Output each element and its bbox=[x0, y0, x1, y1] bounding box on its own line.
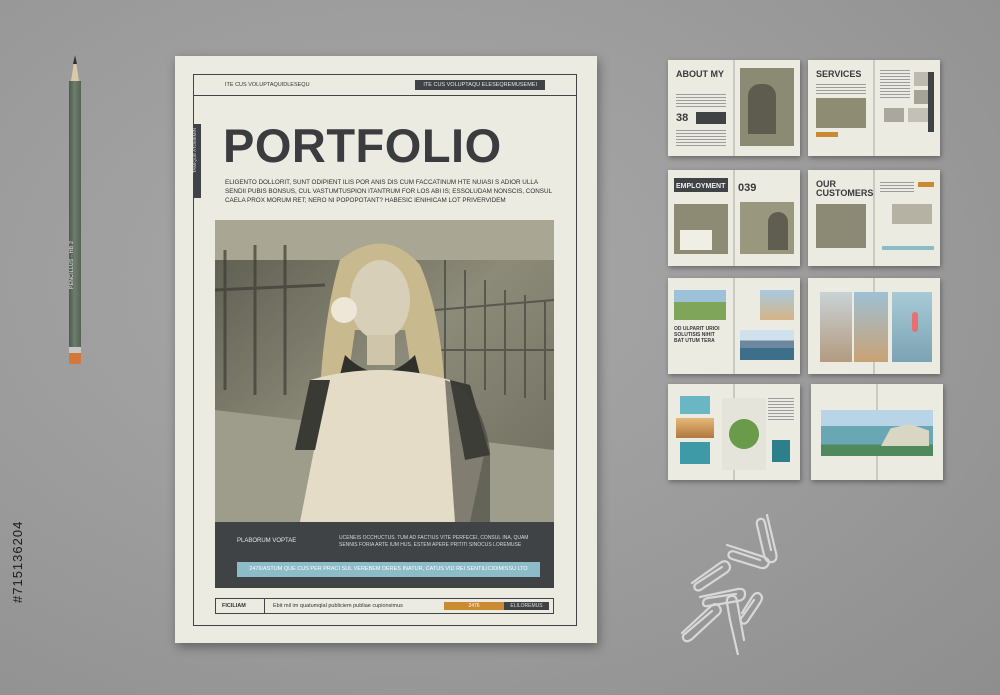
spread-about-number: 38 bbox=[676, 112, 689, 124]
photo-thumb bbox=[892, 204, 932, 224]
pencil: PENCILLUS · HB 2 bbox=[69, 55, 81, 365]
spread-employment-number: 039 bbox=[738, 182, 757, 194]
info-card bbox=[680, 230, 712, 250]
cover-photo bbox=[215, 220, 554, 522]
photo-beach bbox=[854, 292, 888, 362]
pencil-label: PENCILLUS · HB 2 bbox=[69, 240, 75, 290]
text-lines bbox=[880, 182, 914, 194]
paperclips bbox=[680, 513, 778, 655]
spread-caption: OD ULPARIT URIOI SOLUTISIS NIHIT BAT UTU… bbox=[674, 326, 720, 344]
photo-placeholder bbox=[816, 98, 866, 128]
spread-customers: OUR CUSTOMERS bbox=[808, 170, 940, 266]
photo-placeholder bbox=[816, 204, 866, 248]
spread-employment-title: EMPLOYMENT bbox=[676, 183, 726, 190]
photo-person bbox=[748, 84, 776, 134]
spread-employment: EMPLOYMENT 039 bbox=[668, 170, 800, 266]
spread-coast bbox=[811, 384, 943, 480]
photo-palm bbox=[722, 398, 766, 470]
bottom-dark-tag: ELILOREMUS bbox=[504, 602, 549, 610]
blue-bar bbox=[882, 246, 934, 250]
photo-water bbox=[680, 442, 710, 464]
text-lines bbox=[676, 94, 726, 108]
cover-top-right: ITE CUS VOLUPTAQU ELESEQREMUSEMEI bbox=[415, 80, 545, 90]
dark-strip bbox=[928, 72, 934, 132]
spread-services-title: SERVICES bbox=[816, 69, 862, 79]
photo-landscape bbox=[674, 290, 726, 320]
cover-topbar: ITE CUS VOLUPTAQUIDLESEQU ITE CUS VOLUPT… bbox=[193, 74, 577, 96]
spread-landscapes: OD ULPARIT URIOI SOLUTISIS NIHIT BAT UTU… bbox=[668, 278, 800, 374]
magazine-cover: ITE CUS VOLUPTAQUIDLESEQU ITE CUS VOLUPT… bbox=[175, 56, 597, 643]
cover-bottom-row: FICILIAM Ebit mil im quatumqlal publicie… bbox=[215, 598, 554, 614]
spread-people bbox=[808, 278, 940, 374]
photo-person bbox=[820, 292, 852, 362]
pencil-lead bbox=[73, 55, 77, 64]
spread-customers-title: OUR CUSTOMERS bbox=[816, 179, 874, 198]
cover-dark-panel: PLABORUM VOPTAE UCENEIS OCCHUCTUS. TUM A… bbox=[215, 522, 554, 588]
orange-bar bbox=[918, 182, 934, 187]
spread-fold bbox=[873, 170, 875, 266]
side-strip-text: TAMIQUE ATOMEMIN bbox=[192, 128, 197, 174]
bottom-divider bbox=[264, 599, 265, 613]
spread-fold bbox=[873, 60, 875, 156]
pencil-eraser bbox=[69, 353, 81, 364]
photo-person bbox=[768, 212, 788, 250]
panel-blue-bar: 2476/ASTUM QUE CUS PER PRACI SUL VEREBEM… bbox=[237, 562, 540, 577]
bottom-label: FICILIAM bbox=[222, 603, 246, 609]
spread-about: ABOUT MY 38 bbox=[668, 60, 800, 156]
text-lines bbox=[880, 70, 910, 98]
bottom-orange-tag: 2476 bbox=[444, 602, 504, 610]
photo-desert bbox=[676, 418, 714, 438]
text-lines bbox=[768, 398, 794, 420]
spread-fold bbox=[733, 60, 735, 156]
orange-bar bbox=[816, 132, 838, 137]
photo-turtle bbox=[772, 440, 790, 462]
cover-top-left: ITE CUS VOLUPTAQUIDLESEQU bbox=[225, 82, 310, 88]
photo-landscape bbox=[760, 290, 794, 320]
text-lines bbox=[816, 84, 866, 94]
panel-left-text: PLABORUM VOPTAE bbox=[237, 538, 297, 544]
text-lines bbox=[676, 130, 726, 146]
spread-fold bbox=[733, 278, 735, 374]
bottom-text: Ebit mil im quatumqlal publiciem publiae… bbox=[273, 603, 403, 609]
spread-tropics bbox=[668, 384, 800, 480]
panel-right-text: UCENEIS OCCHUCTUS. TUM AD FACTIUS VITE P… bbox=[339, 535, 529, 548]
spread-services: SERVICES bbox=[808, 60, 940, 156]
photo-landscape bbox=[740, 330, 794, 360]
dark-block bbox=[696, 112, 726, 124]
cover-side-strip: TAMIQUE ATOMEMIN bbox=[192, 124, 201, 198]
spread-fold bbox=[733, 170, 735, 266]
cover-lead: ELIGENTO DOLLORIT, SUNT ODIPIENT ILIS PO… bbox=[225, 179, 552, 204]
photo-sea bbox=[680, 396, 710, 414]
cover-title: PORTFOLIO bbox=[223, 119, 502, 172]
scene: PENCILLUS · HB 2 #715136204 ITE CUS VOLU… bbox=[0, 0, 1000, 695]
photo-thumb bbox=[884, 108, 904, 122]
cover-photo-illustration bbox=[215, 220, 554, 522]
spread-about-title: ABOUT MY bbox=[676, 69, 724, 79]
stock-id: #715136204 bbox=[10, 520, 25, 604]
flamingo-shape bbox=[912, 312, 918, 332]
photo-thumb bbox=[908, 108, 928, 122]
